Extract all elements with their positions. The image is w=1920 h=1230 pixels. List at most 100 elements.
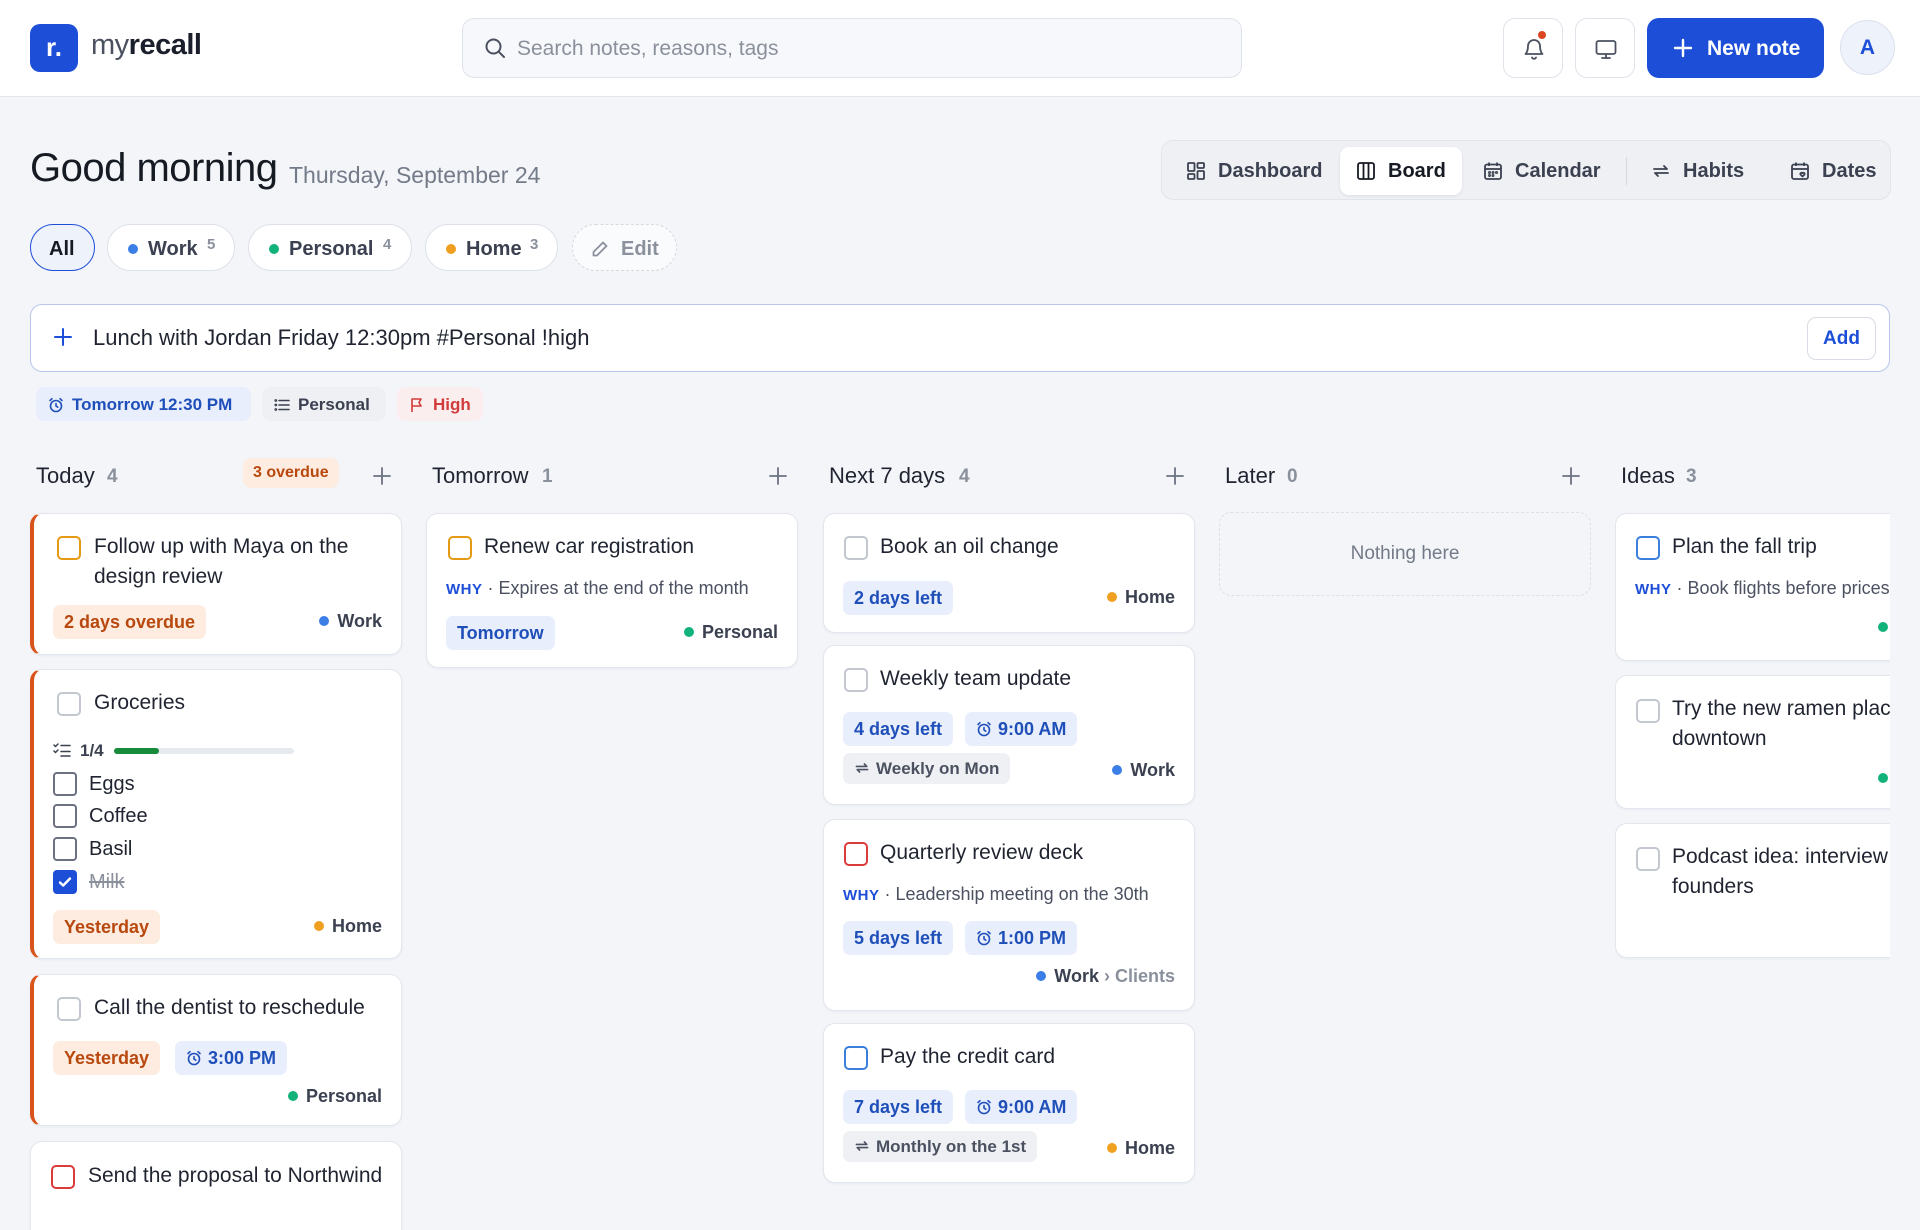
alarm-clock-icon: [977, 721, 991, 737]
task-card[interactable]: Book an oil change 2 days left Home: [823, 513, 1195, 633]
alarm-clock-icon: [187, 1050, 201, 1066]
column-header: Ideas 3: [1615, 446, 1890, 506]
tag-label: Work › Clients: [1036, 966, 1175, 987]
task-title: Pay the credit card: [880, 1045, 1056, 1068]
task-checkbox[interactable]: [844, 536, 868, 560]
subtask-checkbox[interactable]: [53, 804, 77, 828]
task-checkbox[interactable]: [844, 842, 868, 866]
subtask-checkbox[interactable]: [53, 772, 77, 796]
add-card-icon[interactable]: [1561, 466, 1581, 486]
filter-work[interactable]: Work 5: [107, 224, 235, 271]
filter-label: Personal: [289, 238, 374, 260]
tag-label: Personal: [287, 1086, 382, 1107]
search-input[interactable]: [517, 33, 1217, 65]
tab-label: Calendar: [1515, 160, 1601, 182]
why-label: WHY: [446, 581, 483, 598]
task-checkbox[interactable]: [51, 1165, 75, 1189]
add-card-icon[interactable]: [372, 466, 392, 486]
search-box[interactable]: [462, 18, 1242, 78]
tab-dashboard[interactable]: Dashboard: [1170, 147, 1342, 195]
progress-fill: [114, 748, 159, 754]
parsed-priority-hint[interactable]: High: [397, 387, 483, 421]
plus-icon: [54, 328, 72, 346]
task-card[interactable]: Podcast idea: interview local founders: [1615, 823, 1890, 958]
logo-wordmark[interactable]: myrecall: [91, 29, 202, 62]
filter-home[interactable]: Home 3: [425, 224, 558, 271]
task-card[interactable]: Pay the credit card 7 days left 9:00 AM …: [823, 1023, 1195, 1183]
task-checkbox[interactable]: [1636, 536, 1660, 560]
task-card[interactable]: Quarterly review deck WHY · Leadership m…: [823, 819, 1195, 1011]
subtask-text: Eggs: [89, 773, 135, 795]
due-date-pill: 2 days left: [843, 581, 954, 615]
task-checkbox[interactable]: [57, 536, 81, 560]
repeat-pill: Weekly on Mon: [843, 753, 1011, 784]
top-bar: r. myrecall New note A: [0, 0, 1920, 97]
logo-text-bold: recall: [128, 29, 202, 61]
new-note-button[interactable]: New note: [1647, 18, 1824, 78]
tab-habits[interactable]: Habits: [1635, 147, 1771, 195]
quick-add-input[interactable]: [93, 323, 1793, 353]
logo-mark[interactable]: r.: [30, 24, 78, 72]
subtask-checkbox[interactable]: [53, 870, 77, 894]
parsed-time-hint[interactable]: Tomorrow 12:30 PM: [36, 387, 251, 421]
tag-text: Work: [337, 611, 382, 631]
task-checkbox[interactable]: [1636, 847, 1660, 871]
tab-dates[interactable]: Dates: [1774, 147, 1884, 195]
tag-dot: [1878, 773, 1888, 783]
repeat-icon: [1653, 165, 1669, 177]
avatar[interactable]: A: [1840, 20, 1895, 75]
why-text: Book flights before prices go up: [1687, 578, 1891, 598]
filter-all[interactable]: All: [30, 224, 95, 271]
task-checkbox[interactable]: [448, 536, 472, 560]
task-card[interactable]: Groceries 1/4 Eggs Coffee Basil Milk Yes…: [30, 669, 402, 959]
due-date-pill: Yesterday: [53, 1041, 161, 1075]
tab-label: Board: [1388, 160, 1446, 182]
add-card-icon[interactable]: [1165, 466, 1185, 486]
task-card[interactable]: Send the proposal to Northwind: [30, 1141, 402, 1230]
tag-dot: [313, 921, 324, 931]
task-card[interactable]: Follow up with Maya on the design review…: [30, 513, 402, 655]
column-title: Next 7 days: [829, 463, 946, 488]
task-title: Call the dentist to reschedule: [94, 996, 365, 1019]
empty-column-placeholder: Nothing here: [1219, 512, 1591, 596]
time-pill: 9:00 AM: [965, 1090, 1078, 1124]
list-icon: [274, 399, 290, 411]
tab-label: Dashboard: [1218, 160, 1323, 182]
task-card[interactable]: Weekly team update 4 days left 9:00 AM W…: [823, 645, 1195, 805]
task-card[interactable]: Renew car registration WHY · Expires at …: [426, 513, 798, 668]
tag-label: Home: [1106, 1138, 1175, 1159]
overdue-badge: 3 overdue: [243, 458, 339, 488]
time-pill: 3:00 PM: [175, 1041, 288, 1075]
task-checkbox[interactable]: [844, 1046, 868, 1070]
task-checkbox[interactable]: [57, 997, 81, 1021]
alarm-clock-icon: [977, 930, 991, 946]
task-card[interactable]: Call the dentist to reschedule Yesterday…: [30, 974, 402, 1126]
display-button[interactable]: [1575, 18, 1635, 78]
filter-personal[interactable]: Personal 4: [248, 224, 412, 271]
task-card[interactable]: Try the new ramen place downtown: [1615, 675, 1890, 809]
tab-board[interactable]: Board: [1340, 147, 1462, 195]
column-header: Later 0: [1219, 446, 1591, 506]
task-checkbox[interactable]: [844, 668, 868, 692]
notifications-button[interactable]: [1503, 18, 1563, 78]
hint-label: Personal: [298, 395, 370, 414]
tab-calendar[interactable]: Calendar: [1467, 147, 1622, 195]
task-checkbox[interactable]: [1636, 699, 1660, 723]
tag-label: Home: [1106, 587, 1175, 608]
board-icon: [1357, 162, 1375, 180]
repeat-icon: [855, 1141, 869, 1151]
add-button[interactable]: Add: [1807, 317, 1876, 360]
tab-label: Habits: [1683, 160, 1745, 182]
parsed-list-hint[interactable]: Personal: [262, 387, 386, 421]
time-text: 1:00 PM: [998, 928, 1067, 948]
subtask-text: Coffee: [89, 805, 148, 827]
task-card[interactable]: Plan the fall trip WHY · Book flights be…: [1615, 513, 1890, 661]
column-title: Tomorrow: [432, 463, 529, 488]
subtask-checkbox[interactable]: [53, 837, 77, 861]
edit-tags-button[interactable]: Edit: [572, 224, 677, 271]
tag-text: Personal: [305, 1086, 382, 1106]
add-card-icon[interactable]: [768, 466, 788, 486]
task-checkbox[interactable]: [57, 692, 81, 716]
column-count: 0: [1287, 466, 1298, 487]
hint-label: High: [433, 395, 471, 414]
